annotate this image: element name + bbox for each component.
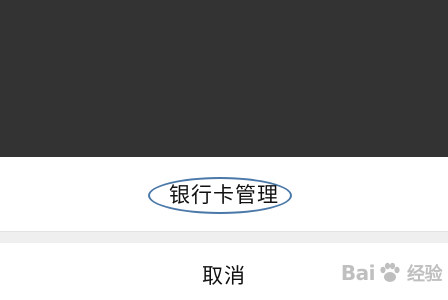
screen: 银行卡管理 取消 Bai 经验 bbox=[0, 0, 448, 300]
cancel-label: 取消 bbox=[202, 263, 246, 288]
action-sheet: 银行卡管理 取消 bbox=[0, 157, 448, 300]
sheet-separator bbox=[0, 231, 448, 243]
dim-overlay[interactable] bbox=[0, 0, 448, 157]
cancel-button[interactable]: 取消 bbox=[0, 243, 448, 300]
bank-card-management-option[interactable]: 银行卡管理 bbox=[0, 157, 448, 231]
bank-card-management-label: 银行卡管理 bbox=[169, 183, 279, 207]
